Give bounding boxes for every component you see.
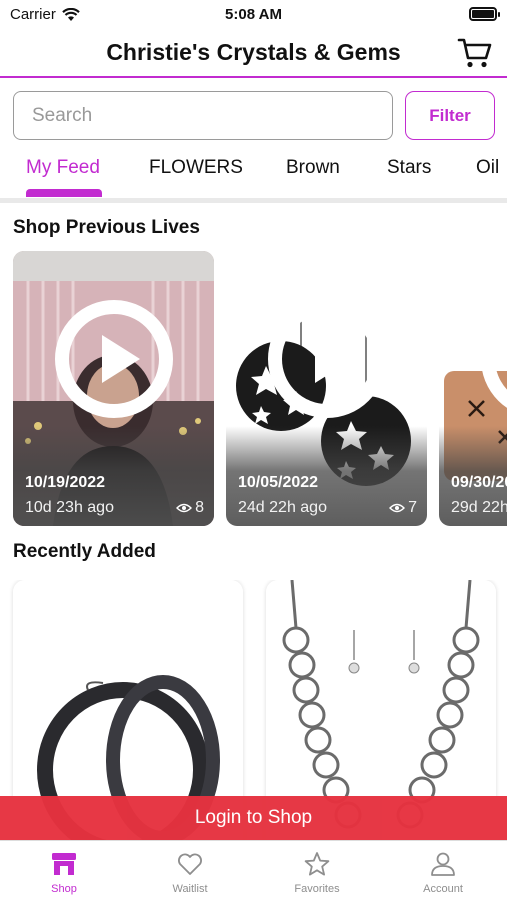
play-icon[interactable] (52, 297, 176, 421)
category-tabs: My Feed FLOWERS Brown Stars Oil (0, 150, 507, 198)
live-replay-card[interactable]: 10/19/2022 10d 23h ago 8 (13, 251, 214, 526)
live-date: 09/30/2022 (451, 474, 507, 491)
view-count-value: 8 (195, 499, 204, 516)
play-icon[interactable] (478, 297, 507, 421)
tab-brown[interactable]: Brown (286, 157, 340, 179)
search-input[interactable]: Search (13, 91, 393, 140)
live-replay-card[interactable]: 10/05/2022 24d 22h ago 7 (226, 251, 427, 526)
view-count: 8 (176, 499, 204, 517)
tab-my-feed[interactable]: My Feed (26, 157, 100, 179)
live-age: 24d 22h ago (238, 499, 327, 516)
nav-favorites[interactable]: Favorites (267, 851, 367, 895)
eye-icon (176, 503, 193, 513)
view-count-value: 7 (408, 499, 417, 516)
live-age: 10d 23h ago (25, 499, 114, 516)
nav-shop[interactable]: Shop (14, 851, 114, 895)
tab-oil[interactable]: Oil (476, 157, 499, 179)
nav-label: Favorites (294, 883, 340, 895)
tab-flowers[interactable]: FLOWERS (149, 157, 243, 179)
cart-icon[interactable] (457, 36, 493, 70)
app-header: Christie's Crystals & Gems (0, 28, 507, 78)
divider (0, 198, 507, 203)
nav-waitlist[interactable]: Waitlist (140, 851, 240, 895)
tab-stars[interactable]: Stars (387, 157, 431, 179)
nav-label: Waitlist (172, 883, 208, 895)
live-date: 10/19/2022 (25, 474, 106, 491)
section-title-previous-lives: Shop Previous Lives (13, 217, 200, 238)
filter-button[interactable]: Filter (405, 91, 495, 140)
live-age: 29d 22h ago (451, 499, 507, 516)
star-icon (304, 852, 330, 876)
store-title: Christie's Crystals & Gems (106, 39, 401, 65)
status-bar: Carrier 5:08 AM (0, 0, 507, 28)
live-date: 10/05/2022 (238, 474, 319, 491)
active-tab-indicator (26, 189, 102, 197)
heart-icon (178, 853, 202, 875)
store-icon (52, 853, 76, 875)
nav-account[interactable]: Account (393, 851, 493, 895)
eye-icon (389, 503, 406, 513)
live-replay-card[interactable]: 09/30/2022 29d 22h ago (439, 251, 507, 526)
bottom-tab-bar: Shop Waitlist Favorites Account (0, 840, 507, 900)
previous-lives-carousel: 10/19/2022 10d 23h ago 8 10/05/2022 24d … (0, 251, 507, 527)
nav-label: Shop (51, 883, 77, 895)
play-icon[interactable] (265, 297, 389, 421)
section-title-recently-added: Recently Added (13, 541, 156, 562)
battery-icon (469, 7, 500, 21)
person-icon (431, 852, 455, 876)
view-count: 7 (389, 499, 417, 517)
login-to-shop-button[interactable]: Login to Shop (0, 796, 507, 840)
clock: 5:08 AM (225, 6, 282, 23)
nav-label: Account (423, 883, 463, 895)
